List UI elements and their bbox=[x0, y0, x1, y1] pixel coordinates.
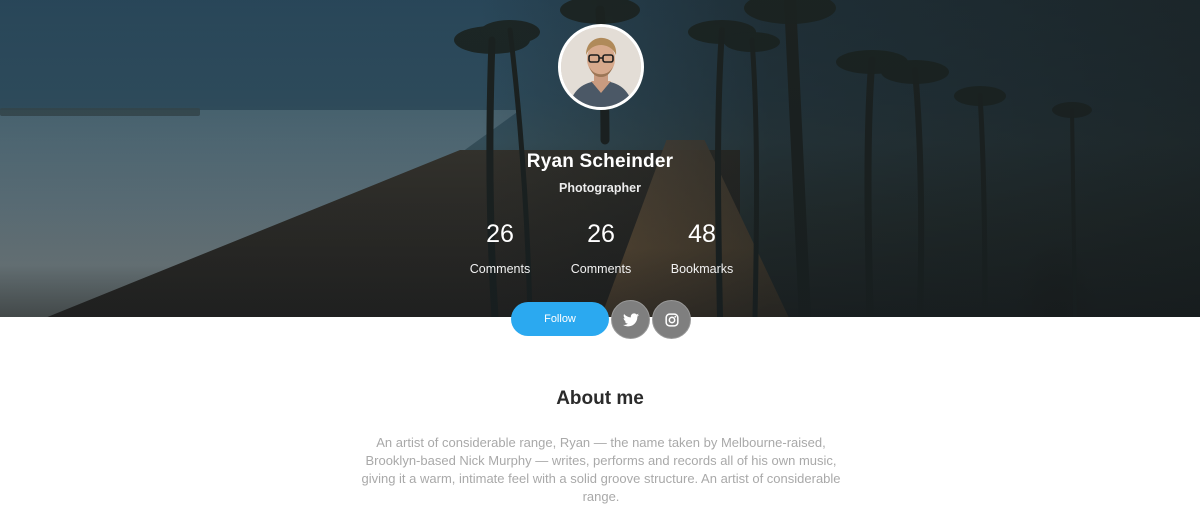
about-text: An artist of considerable range, Ryan — … bbox=[361, 435, 841, 504]
instagram-icon bbox=[664, 312, 679, 327]
twitter-button[interactable] bbox=[611, 300, 650, 339]
instagram-button[interactable] bbox=[652, 300, 691, 339]
stat-value: 48 bbox=[688, 220, 716, 248]
stat-comments: 26 Comments bbox=[546, 218, 656, 276]
profile-name: Ryan Scheinder bbox=[526, 151, 674, 172]
stat-comments: 26 Comments bbox=[445, 218, 555, 276]
profile-page: Ryan Scheinder Photographer 26 Comments … bbox=[0, 0, 1200, 515]
twitter-icon bbox=[622, 312, 639, 326]
stat-label: Comments bbox=[469, 262, 531, 276]
stat-label: Comments bbox=[570, 262, 632, 276]
stat-value: 26 bbox=[486, 220, 514, 248]
stat-bookmarks: 48 Bookmarks bbox=[647, 218, 757, 276]
avatar bbox=[558, 24, 644, 110]
about-heading: About me bbox=[556, 388, 644, 409]
stat-value: 26 bbox=[587, 220, 615, 248]
follow-button[interactable]: Follow bbox=[511, 302, 609, 336]
stat-label: Bookmarks bbox=[670, 262, 734, 276]
avatar-portrait bbox=[561, 27, 641, 107]
profile-title: Photographer bbox=[559, 181, 641, 195]
